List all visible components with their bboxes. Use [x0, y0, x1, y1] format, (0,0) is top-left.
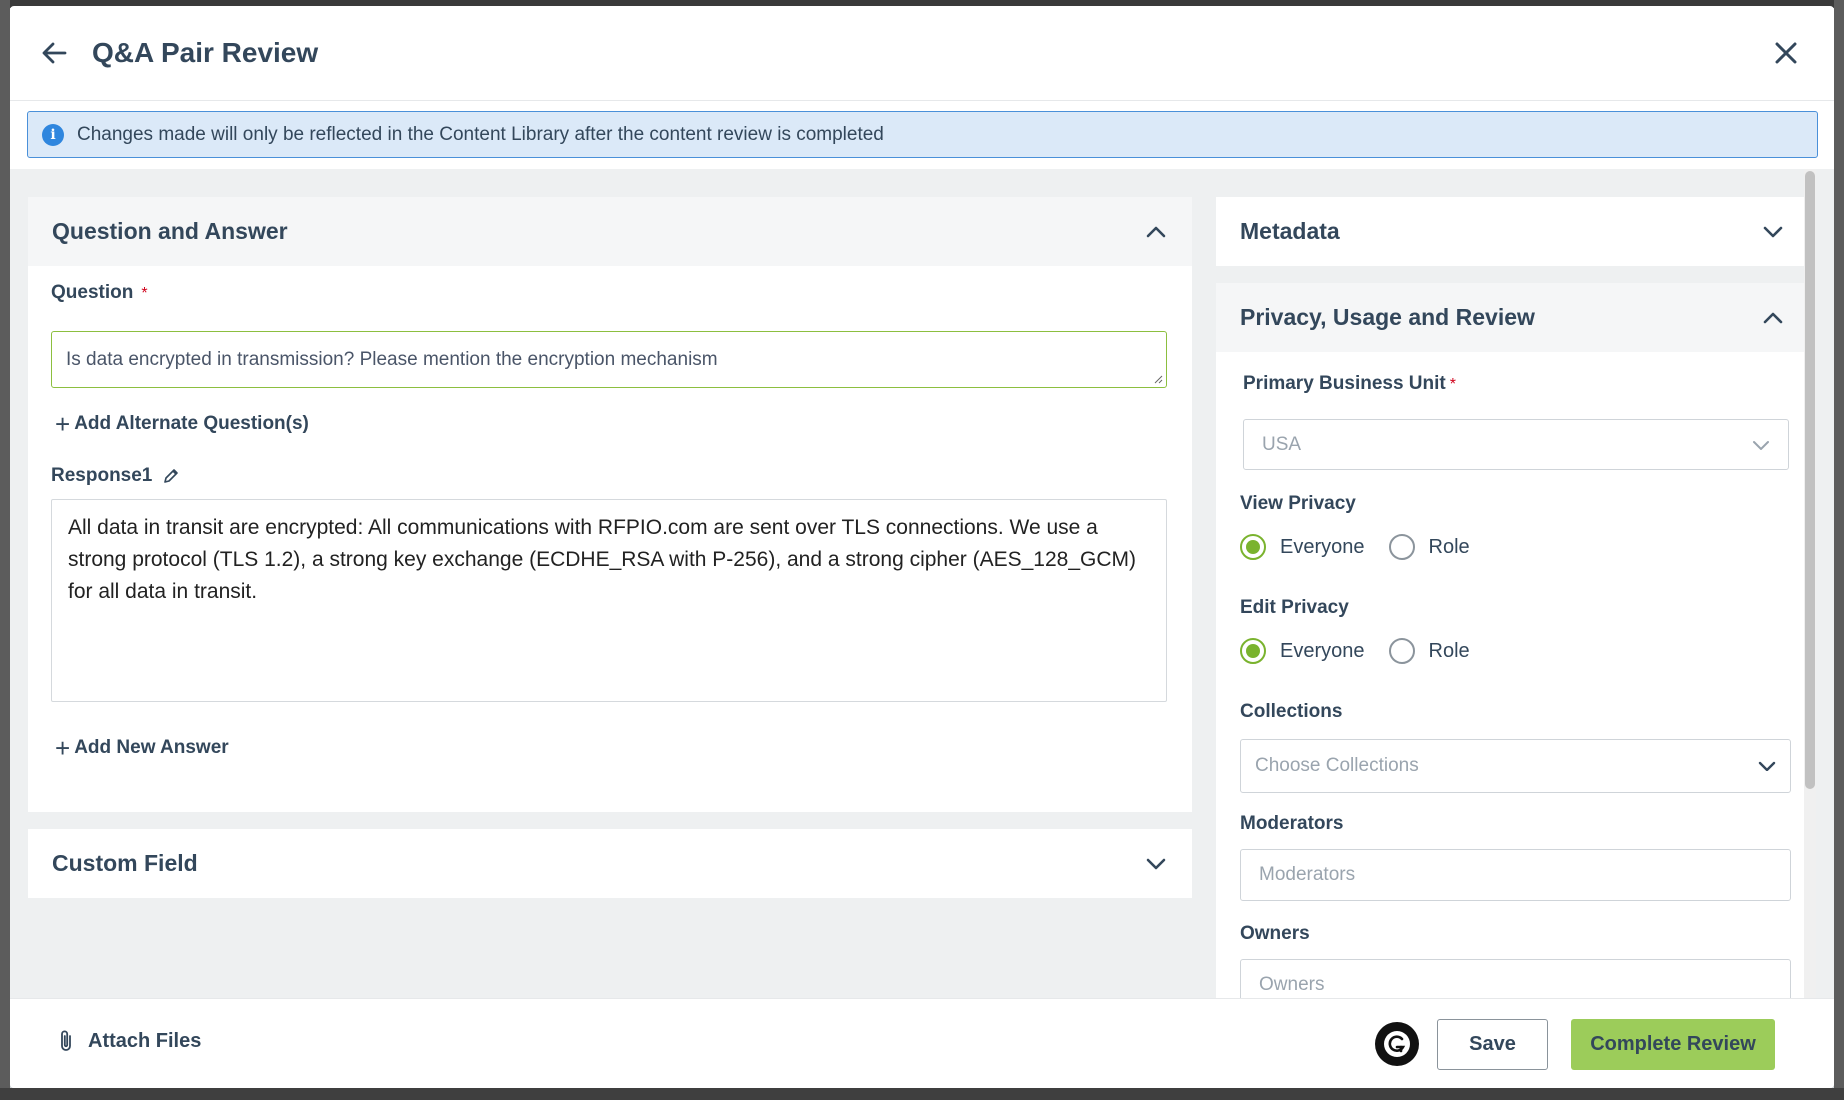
edit-privacy-everyone-radio[interactable] — [1240, 638, 1266, 664]
metadata-header[interactable]: Metadata — [1216, 197, 1809, 266]
moderators-placeholder: Moderators — [1259, 864, 1356, 885]
add-alternate-question-link[interactable]: + Add Alternate Question(s) — [55, 411, 309, 437]
metadata-title: Metadata — [1240, 218, 1340, 244]
add-new-answer-link[interactable]: + Add New Answer — [55, 735, 229, 761]
edit-privacy-options: Everyone Role — [1240, 638, 1494, 664]
moderators-label: Moderators — [1240, 813, 1344, 834]
business-unit-label: Primary Business Unit * — [1243, 373, 1456, 395]
business-unit-label-text: Primary Business Unit — [1243, 373, 1446, 394]
view-privacy-label: View Privacy — [1240, 493, 1356, 514]
question-label: Question * — [51, 282, 148, 304]
save-button[interactable]: Save — [1437, 1019, 1548, 1070]
view-privacy-options: Everyone Role — [1240, 534, 1494, 560]
custom-field-card: Custom Field — [28, 829, 1192, 898]
add-alternate-label: Add Alternate Question(s) — [74, 413, 309, 434]
response-label: Response1 — [51, 465, 180, 487]
view-privacy-role-label: Role — [1428, 535, 1470, 558]
modal-footer: Attach Files Save Complete Review — [10, 998, 1834, 1088]
moderators-input[interactable]: Moderators — [1240, 849, 1791, 901]
owners-label: Owners — [1240, 923, 1310, 944]
banner-text: Changes made will only be reflected in t… — [77, 123, 884, 145]
metadata-card: Metadata — [1216, 197, 1809, 266]
right-panel-scrollbar[interactable] — [1804, 169, 1816, 998]
qa-card: Question and Answer Question * Is data en… — [28, 197, 1192, 812]
collections-placeholder: Choose Collections — [1255, 755, 1419, 776]
chevron-up-icon[interactable] — [1144, 220, 1168, 244]
chevron-down-icon — [1752, 440, 1770, 450]
view-privacy-everyone-radio[interactable] — [1240, 534, 1266, 560]
required-mark: * — [1449, 376, 1456, 393]
edit-privacy-role-label: Role — [1428, 639, 1470, 662]
complete-review-button[interactable]: Complete Review — [1571, 1019, 1775, 1070]
modal-content: Question and Answer Question * Is data en… — [10, 169, 1834, 998]
owners-placeholder: Owners — [1259, 974, 1325, 995]
privacy-title: Privacy, Usage and Review — [1240, 304, 1535, 330]
chevron-down-icon — [1758, 761, 1776, 771]
business-unit-select[interactable]: USA — [1243, 419, 1789, 470]
grammarly-icon[interactable] — [1375, 1022, 1419, 1066]
privacy-card: Privacy, Usage and Review Primary Busine… — [1216, 283, 1809, 998]
edit-privacy-label: Edit Privacy — [1240, 597, 1349, 618]
qa-card-title: Question and Answer — [52, 218, 288, 244]
add-answer-label: Add New Answer — [74, 737, 229, 758]
collections-label: Collections — [1240, 701, 1343, 722]
back-arrow-icon[interactable] — [34, 33, 74, 73]
qa-card-header[interactable]: Question and Answer — [28, 197, 1192, 266]
custom-field-header[interactable]: Custom Field — [28, 829, 1192, 898]
background-left — [0, 0, 10, 1100]
chevron-down-icon[interactable] — [1761, 220, 1785, 244]
plus-icon: + — [55, 409, 71, 439]
paperclip-icon — [58, 1029, 74, 1053]
attach-files-button[interactable]: Attach Files — [58, 1029, 201, 1053]
custom-field-title: Custom Field — [52, 850, 198, 876]
background-bottom — [0, 1088, 1844, 1100]
privacy-header[interactable]: Privacy, Usage and Review — [1216, 283, 1809, 352]
info-banner: i Changes made will only be reflected in… — [27, 111, 1818, 158]
background-right — [1834, 0, 1844, 1100]
required-mark: * — [141, 285, 148, 302]
response-editor[interactable]: All data in transit are encrypted: All c… — [51, 499, 1167, 702]
question-input[interactable]: Is data encrypted in transmission? Pleas… — [51, 331, 1167, 388]
question-label-text: Question — [51, 282, 134, 303]
chevron-up-icon[interactable] — [1761, 306, 1785, 330]
edit-privacy-role-radio[interactable] — [1388, 638, 1415, 664]
right-panel: Metadata Privacy, Usage and Review Prima… — [1206, 169, 1816, 998]
pencil-icon[interactable] — [162, 467, 180, 485]
owners-input[interactable]: Owners — [1240, 959, 1791, 998]
business-unit-value: USA — [1262, 433, 1302, 455]
close-icon[interactable] — [1766, 33, 1806, 73]
qa-review-modal: Q&A Pair Review i Changes made will only… — [10, 6, 1834, 1088]
info-icon: i — [42, 123, 64, 146]
view-privacy-everyone-label: Everyone — [1280, 535, 1365, 558]
modal-header: Q&A Pair Review — [10, 6, 1834, 101]
modal-title: Q&A Pair Review — [92, 37, 319, 68]
edit-privacy-everyone-label: Everyone — [1280, 639, 1365, 662]
view-privacy-role-radio[interactable] — [1388, 534, 1415, 560]
response-label-text: Response1 — [51, 465, 153, 486]
attach-files-label: Attach Files — [88, 1029, 202, 1052]
resize-grip-icon[interactable] — [1153, 374, 1163, 384]
chevron-down-icon[interactable] — [1144, 852, 1168, 876]
plus-icon: + — [55, 733, 71, 763]
collections-select[interactable]: Choose Collections — [1240, 739, 1791, 793]
question-input-value: Is data encrypted in transmission? Pleas… — [66, 348, 718, 370]
scrollbar-thumb[interactable] — [1805, 171, 1815, 789]
